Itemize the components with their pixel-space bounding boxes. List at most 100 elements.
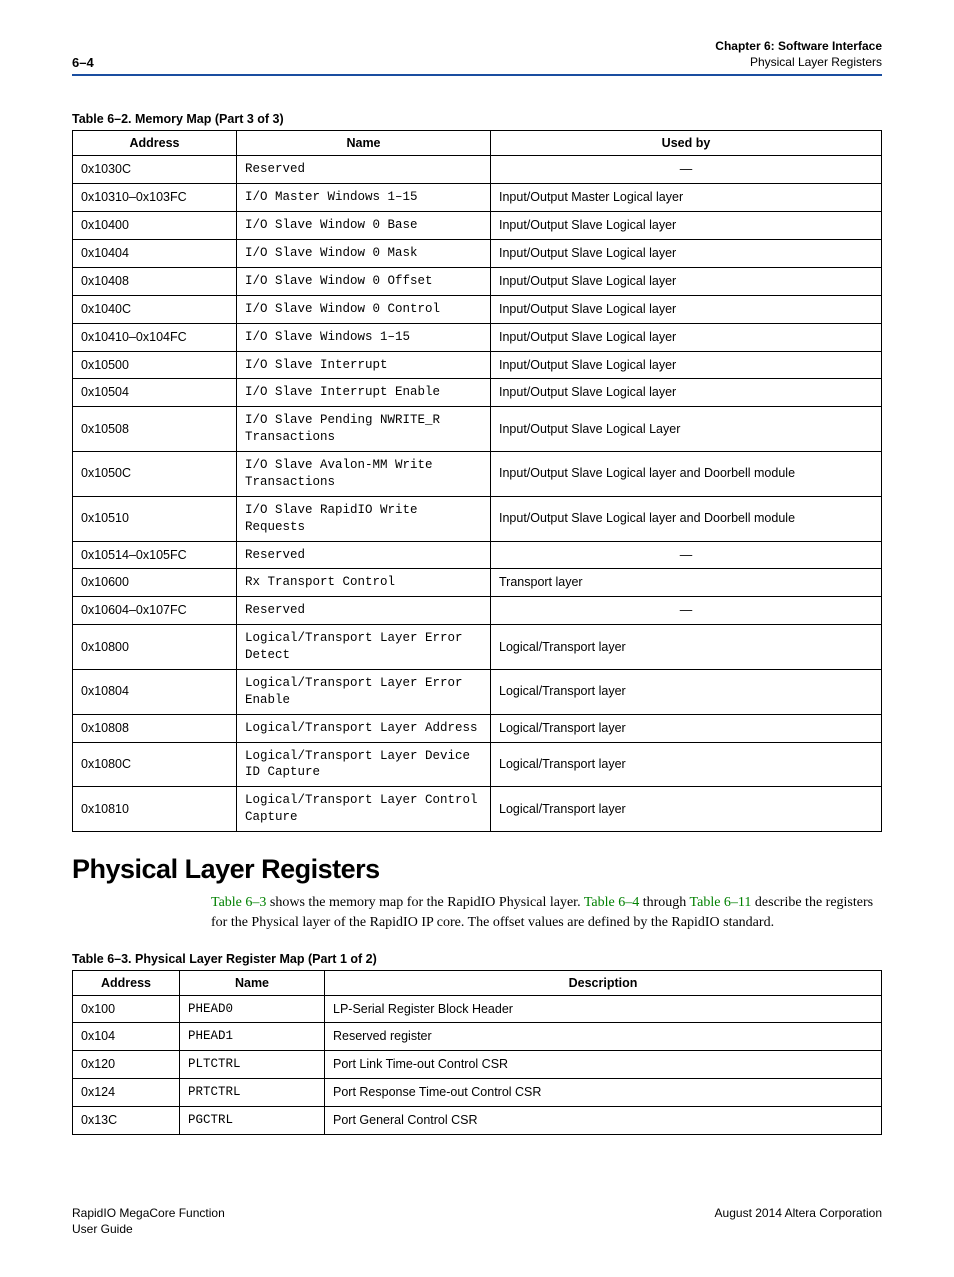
table-row: 0x10514–0x105FCReserved— (73, 541, 882, 569)
table-row: 0x104PHEAD1Reserved register (73, 1023, 882, 1051)
cell-name: I/O Slave Interrupt Enable (237, 379, 491, 407)
cell-name: Reserved (237, 597, 491, 625)
cell-usedby: — (491, 541, 882, 569)
table-row: 0x10808Logical/Transport Layer AddressLo… (73, 714, 882, 742)
section-heading: Physical Layer Registers (72, 854, 882, 885)
cell-address: 0x10310–0x103FC (73, 184, 237, 212)
cell-usedby: Input/Output Slave Logical layer and Doo… (491, 496, 882, 541)
cell-usedby: Input/Output Slave Logical layer and Doo… (491, 452, 882, 497)
table-row: 0x1080CLogical/Transport Layer Device ID… (73, 742, 882, 787)
cell-usedby: Input/Output Slave Logical layer (491, 212, 882, 240)
table-row: 0x10500I/O Slave InterruptInput/Output S… (73, 351, 882, 379)
cell-address: 0x10404 (73, 240, 237, 268)
table-6-3-caption: Table 6–3. Physical Layer Register Map (… (72, 952, 882, 966)
table-row: 0x124PRTCTRLPort Response Time-out Contr… (73, 1079, 882, 1107)
table-row: 0x13CPGCTRLPort General Control CSR (73, 1107, 882, 1135)
cell-name: I/O Slave Avalon-MM Write Transactions (237, 452, 491, 497)
cell-description: Port Link Time-out Control CSR (325, 1051, 882, 1079)
link-table-6-4[interactable]: Table 6–4 (584, 895, 639, 910)
cell-usedby: Logical/Transport layer (491, 714, 882, 742)
th-usedby: Used by (491, 131, 882, 156)
table-row: 0x10810Logical/Transport Layer Control C… (73, 787, 882, 832)
section-label: Physical Layer Registers (715, 54, 882, 70)
page-number: 6–4 (72, 55, 94, 70)
table-row: 0x10504I/O Slave Interrupt EnableInput/O… (73, 379, 882, 407)
table-6-3: Address Name Description 0x100PHEAD0LP-S… (72, 970, 882, 1135)
cell-usedby: Input/Output Slave Logical layer (491, 379, 882, 407)
cell-name: PRTCTRL (180, 1079, 325, 1107)
cell-usedby: Input/Output Slave Logical layer (491, 351, 882, 379)
cell-description: LP-Serial Register Block Header (325, 995, 882, 1023)
cell-address: 0x1050C (73, 452, 237, 497)
cell-usedby: Logical/Transport layer (491, 669, 882, 714)
table-row: 0x10400I/O Slave Window 0 BaseInput/Outp… (73, 212, 882, 240)
page-footer: RapidIO MegaCore Function User Guide Aug… (72, 1205, 882, 1237)
cell-name: I/O Slave Window 0 Control (237, 295, 491, 323)
table-6-2: Address Name Used by 0x1030CReserved—0x1… (72, 130, 882, 832)
table-row: 0x10404I/O Slave Window 0 MaskInput/Outp… (73, 240, 882, 268)
th-description: Description (325, 970, 882, 995)
link-table-6-11[interactable]: Table 6–11 (690, 895, 752, 910)
table-6-2-caption: Table 6–2. Memory Map (Part 3 of 3) (72, 112, 882, 126)
cell-usedby: Transport layer (491, 569, 882, 597)
body-paragraph: Table 6–3 shows the memory map for the R… (72, 893, 882, 934)
page-header: 6–4 Chapter 6: Software Interface Physic… (72, 38, 882, 76)
th-name: Name (180, 970, 325, 995)
cell-address: 0x10514–0x105FC (73, 541, 237, 569)
cell-name: I/O Slave Pending NWRITE_R Transactions (237, 407, 491, 452)
cell-name: PGCTRL (180, 1107, 325, 1135)
cell-address: 0x13C (73, 1107, 180, 1135)
cell-address: 0x120 (73, 1051, 180, 1079)
cell-name: I/O Slave Window 0 Base (237, 212, 491, 240)
table-row: 0x10800Logical/Transport Layer Error Det… (73, 625, 882, 670)
cell-name: Logical/Transport Layer Error Detect (237, 625, 491, 670)
cell-usedby: Input/Output Slave Logical layer (491, 323, 882, 351)
cell-address: 0x10604–0x107FC (73, 597, 237, 625)
table-row: 0x10410–0x104FCI/O Slave Windows 1–15Inp… (73, 323, 882, 351)
th-address: Address (73, 970, 180, 995)
cell-address: 0x10504 (73, 379, 237, 407)
cell-usedby: Input/Output Slave Logical layer (491, 295, 882, 323)
cell-usedby: Logical/Transport layer (491, 625, 882, 670)
footer-right: August 2014 Altera Corporation (715, 1205, 882, 1237)
table-row: 0x1040CI/O Slave Window 0 ControlInput/O… (73, 295, 882, 323)
cell-name: Reserved (237, 541, 491, 569)
cell-name: I/O Slave RapidIO Write Requests (237, 496, 491, 541)
link-table-6-3[interactable]: Table 6–3 (211, 895, 266, 910)
cell-address: 0x1040C (73, 295, 237, 323)
table-row: 0x10510I/O Slave RapidIO Write RequestsI… (73, 496, 882, 541)
cell-name: PHEAD0 (180, 995, 325, 1023)
cell-address: 0x10408 (73, 267, 237, 295)
cell-address: 0x100 (73, 995, 180, 1023)
th-name: Name (237, 131, 491, 156)
cell-address: 0x10500 (73, 351, 237, 379)
table-row: 0x10310–0x103FCI/O Master Windows 1–15In… (73, 184, 882, 212)
cell-name: Rx Transport Control (237, 569, 491, 597)
cell-address: 0x10800 (73, 625, 237, 670)
cell-address: 0x1080C (73, 742, 237, 787)
cell-usedby: Input/Output Slave Logical Layer (491, 407, 882, 452)
cell-usedby: Input/Output Master Logical layer (491, 184, 882, 212)
cell-usedby: Input/Output Slave Logical layer (491, 267, 882, 295)
cell-usedby: Logical/Transport layer (491, 742, 882, 787)
cell-usedby: — (491, 597, 882, 625)
table-row: 0x10804Logical/Transport Layer Error Ena… (73, 669, 882, 714)
cell-address: 0x10810 (73, 787, 237, 832)
table-row: 0x120PLTCTRLPort Link Time-out Control C… (73, 1051, 882, 1079)
cell-address: 0x10510 (73, 496, 237, 541)
cell-usedby: Input/Output Slave Logical layer (491, 240, 882, 268)
header-right: Chapter 6: Software Interface Physical L… (715, 38, 882, 70)
cell-address: 0x10808 (73, 714, 237, 742)
cell-address: 0x1030C (73, 156, 237, 184)
cell-description: Reserved register (325, 1023, 882, 1051)
table-row: 0x10604–0x107FCReserved— (73, 597, 882, 625)
cell-name: I/O Master Windows 1–15 (237, 184, 491, 212)
cell-usedby: Logical/Transport layer (491, 787, 882, 832)
cell-name: I/O Slave Windows 1–15 (237, 323, 491, 351)
cell-name: I/O Slave Window 0 Offset (237, 267, 491, 295)
cell-address: 0x10600 (73, 569, 237, 597)
table-row: 0x1030CReserved— (73, 156, 882, 184)
cell-name: PHEAD1 (180, 1023, 325, 1051)
table-row: 0x1050CI/O Slave Avalon-MM Write Transac… (73, 452, 882, 497)
table-row: 0x10508I/O Slave Pending NWRITE_R Transa… (73, 407, 882, 452)
